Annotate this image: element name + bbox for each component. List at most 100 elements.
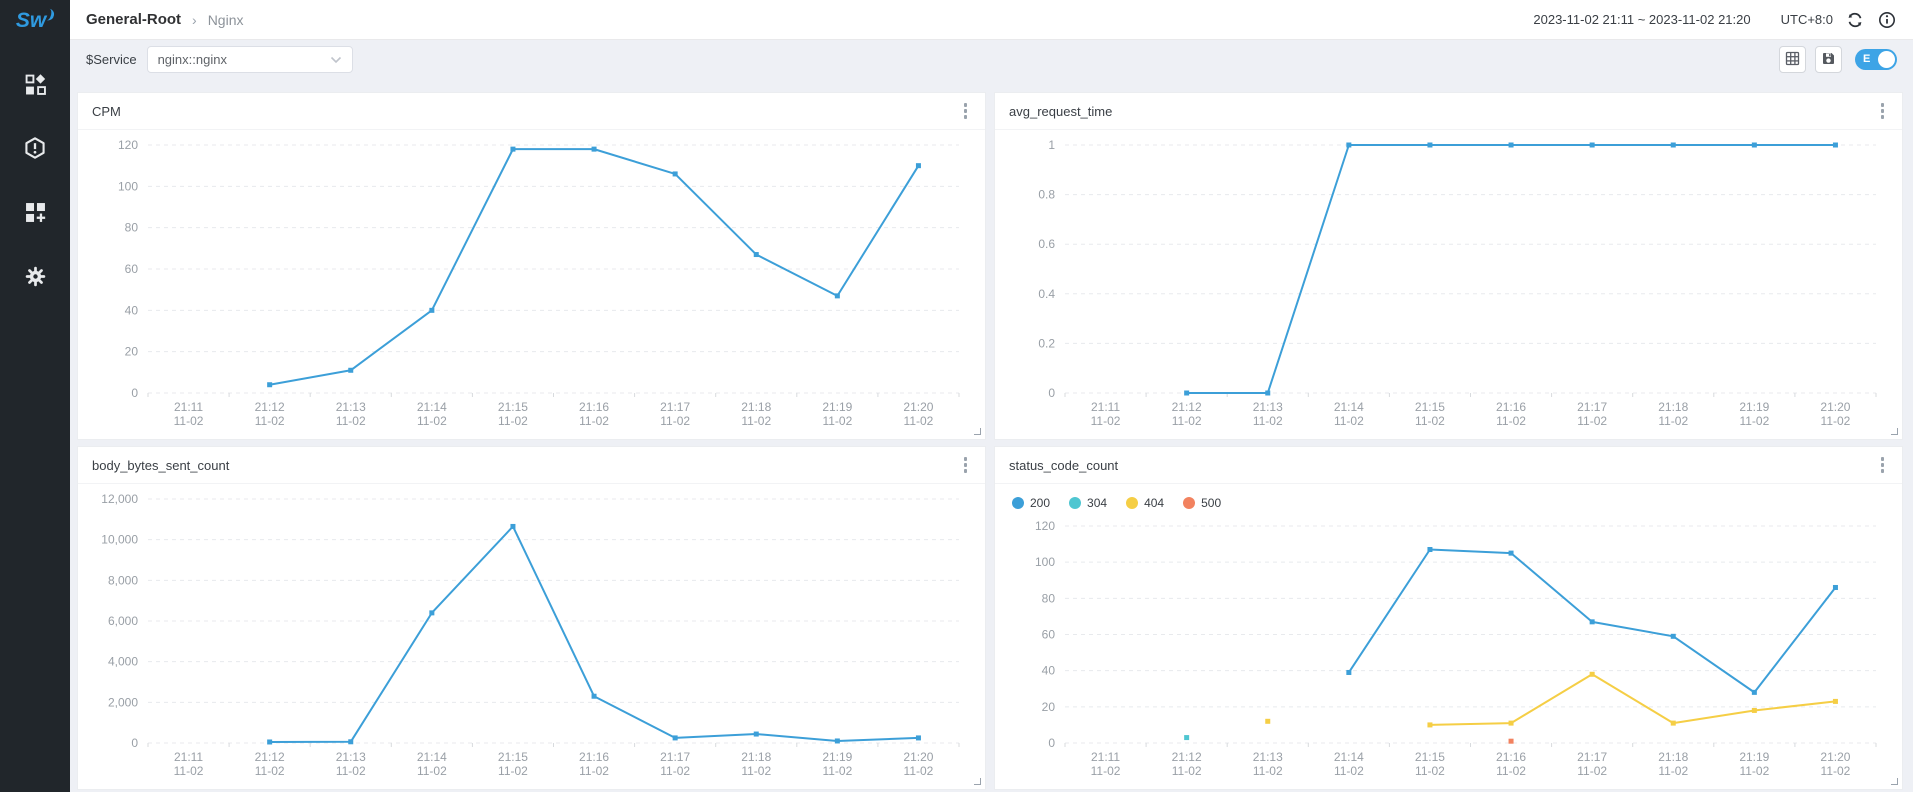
logo-text: Sw xyxy=(16,9,46,33)
info-icon[interactable] xyxy=(1877,10,1897,30)
svg-text:20: 20 xyxy=(1042,700,1056,714)
svg-text:12,000: 12,000 xyxy=(101,492,138,506)
legend-item[interactable]: 500 xyxy=(1183,496,1221,510)
layout-grid-button[interactable] xyxy=(1779,46,1806,73)
panel-title: body_bytes_sent_count xyxy=(92,458,229,473)
sidebar-item-alerting[interactable] xyxy=(23,136,47,160)
svg-text:21:20: 21:20 xyxy=(903,400,933,414)
resize-handle[interactable] xyxy=(1891,778,1898,785)
save-floppy-icon xyxy=(1821,51,1836,69)
svg-text:11-02: 11-02 xyxy=(1739,764,1769,778)
chart-canvas[interactable]: 02040608010012021:1111-0221:1211-0221:13… xyxy=(995,512,1902,789)
svg-text:2,000: 2,000 xyxy=(108,695,138,709)
svg-text:11-02: 11-02 xyxy=(904,764,934,778)
svg-text:0.8: 0.8 xyxy=(1038,188,1055,202)
svg-text:11-02: 11-02 xyxy=(1415,764,1445,778)
svg-text:120: 120 xyxy=(118,138,138,152)
svg-text:21:17: 21:17 xyxy=(1577,400,1607,414)
svg-text:1: 1 xyxy=(1048,138,1055,152)
svg-text:0: 0 xyxy=(1048,386,1055,400)
svg-text:11-02: 11-02 xyxy=(741,764,771,778)
panel-title: status_code_count xyxy=(1009,458,1118,473)
panel-avg-request-time: avg_request_time 00.20.40.60.8121:1111-0… xyxy=(994,92,1903,440)
svg-text:21:11: 21:11 xyxy=(174,750,203,764)
resize-handle[interactable] xyxy=(1891,428,1898,435)
edit-mode-toggle[interactable]: E xyxy=(1855,49,1897,70)
svg-text:21:12: 21:12 xyxy=(1172,400,1202,414)
save-button[interactable] xyxy=(1815,46,1842,73)
svg-text:21:15: 21:15 xyxy=(498,400,528,414)
svg-text:11-02: 11-02 xyxy=(1253,764,1283,778)
svg-text:21:19: 21:19 xyxy=(822,750,852,764)
svg-text:21:17: 21:17 xyxy=(1577,750,1607,764)
sidebar-item-dashboards[interactable] xyxy=(23,72,47,96)
svg-text:21:14: 21:14 xyxy=(417,400,447,414)
svg-text:11-02: 11-02 xyxy=(579,414,609,428)
svg-text:11-02: 11-02 xyxy=(1496,414,1526,428)
svg-text:4,000: 4,000 xyxy=(108,655,138,669)
widgets-plus-icon xyxy=(25,202,46,223)
svg-text:40: 40 xyxy=(125,303,139,317)
svg-text:11-02: 11-02 xyxy=(498,764,528,778)
chart-canvas[interactable]: 02040608010012021:1111-0221:1211-0221:13… xyxy=(78,131,985,439)
legend-swatch xyxy=(1126,497,1138,509)
chart-canvas[interactable]: 00.20.40.60.8121:1111-0221:1211-0221:131… xyxy=(995,131,1902,439)
legend-item[interactable]: 404 xyxy=(1126,496,1164,510)
svg-text:21:11: 21:11 xyxy=(1091,750,1120,764)
panel-header: CPM xyxy=(78,93,985,130)
svg-text:21:15: 21:15 xyxy=(1415,400,1445,414)
svg-text:21:15: 21:15 xyxy=(1415,750,1445,764)
svg-text:21:12: 21:12 xyxy=(255,400,285,414)
panel-menu-kebab-icon[interactable] xyxy=(1877,99,1889,123)
timezone-selector[interactable]: UTC+8:0 xyxy=(1781,12,1833,27)
svg-text:21:12: 21:12 xyxy=(1172,750,1202,764)
legend-item[interactable]: 304 xyxy=(1069,496,1107,510)
svg-text:11-02: 11-02 xyxy=(822,414,852,428)
breadcrumb-root[interactable]: General-Root xyxy=(86,11,181,28)
sidebar-item-settings[interactable] xyxy=(23,264,47,288)
svg-text:11-02: 11-02 xyxy=(1496,764,1526,778)
svg-text:0.4: 0.4 xyxy=(1038,287,1055,301)
svg-text:21:15: 21:15 xyxy=(498,750,528,764)
panel-menu-kebab-icon[interactable] xyxy=(960,99,972,123)
svg-text:11-02: 11-02 xyxy=(1658,764,1688,778)
svg-text:11-02: 11-02 xyxy=(498,414,528,428)
svg-text:0: 0 xyxy=(1048,736,1055,750)
svg-text:11-02: 11-02 xyxy=(255,414,285,428)
svg-text:21:17: 21:17 xyxy=(660,400,690,414)
svg-text:80: 80 xyxy=(1042,591,1056,605)
service-select[interactable]: nginx::nginx xyxy=(147,46,353,73)
sidebar-nav xyxy=(23,42,47,288)
toolbar-actions: E xyxy=(1779,46,1897,73)
svg-text:100: 100 xyxy=(118,179,138,193)
svg-text:60: 60 xyxy=(125,262,139,276)
svg-text:21:20: 21:20 xyxy=(1820,400,1850,414)
svg-text:11-02: 11-02 xyxy=(1172,414,1202,428)
svg-text:21:20: 21:20 xyxy=(1820,750,1850,764)
panel-cpm: CPM 02040608010012021:1111-0221:1211-022… xyxy=(77,92,986,440)
panel-menu-kebab-icon[interactable] xyxy=(1877,453,1889,477)
sidebar-item-marketplace[interactable] xyxy=(23,200,47,224)
alert-hexagon-icon xyxy=(24,137,46,159)
svg-text:11-02: 11-02 xyxy=(417,414,447,428)
panel-menu-kebab-icon[interactable] xyxy=(960,453,972,477)
legend-label: 200 xyxy=(1030,496,1050,510)
time-range-picker[interactable]: 2023-11-02 21:11 ~ 2023-11-02 21:20 xyxy=(1533,12,1750,27)
svg-text:11-02: 11-02 xyxy=(1821,764,1851,778)
svg-text:60: 60 xyxy=(1042,628,1056,642)
svg-text:21:13: 21:13 xyxy=(336,750,366,764)
chart-canvas[interactable]: 02,0004,0006,0008,00010,00012,00021:1111… xyxy=(78,485,985,789)
skywalking-logo[interactable]: Sw xyxy=(0,0,70,42)
edit-toggle-label: E xyxy=(1863,53,1870,66)
svg-text:11-02: 11-02 xyxy=(1415,414,1445,428)
dashboard-grid-icon xyxy=(25,74,46,95)
legend-swatch xyxy=(1012,497,1024,509)
resize-handle[interactable] xyxy=(974,428,981,435)
legend-item[interactable]: 200 xyxy=(1012,496,1050,510)
refresh-icon[interactable] xyxy=(1845,10,1865,30)
svg-text:0: 0 xyxy=(131,386,138,400)
svg-text:10,000: 10,000 xyxy=(101,533,138,547)
service-select-value: nginx::nginx xyxy=(158,52,227,67)
resize-handle[interactable] xyxy=(974,778,981,785)
svg-text:21:11: 21:11 xyxy=(1091,400,1120,414)
